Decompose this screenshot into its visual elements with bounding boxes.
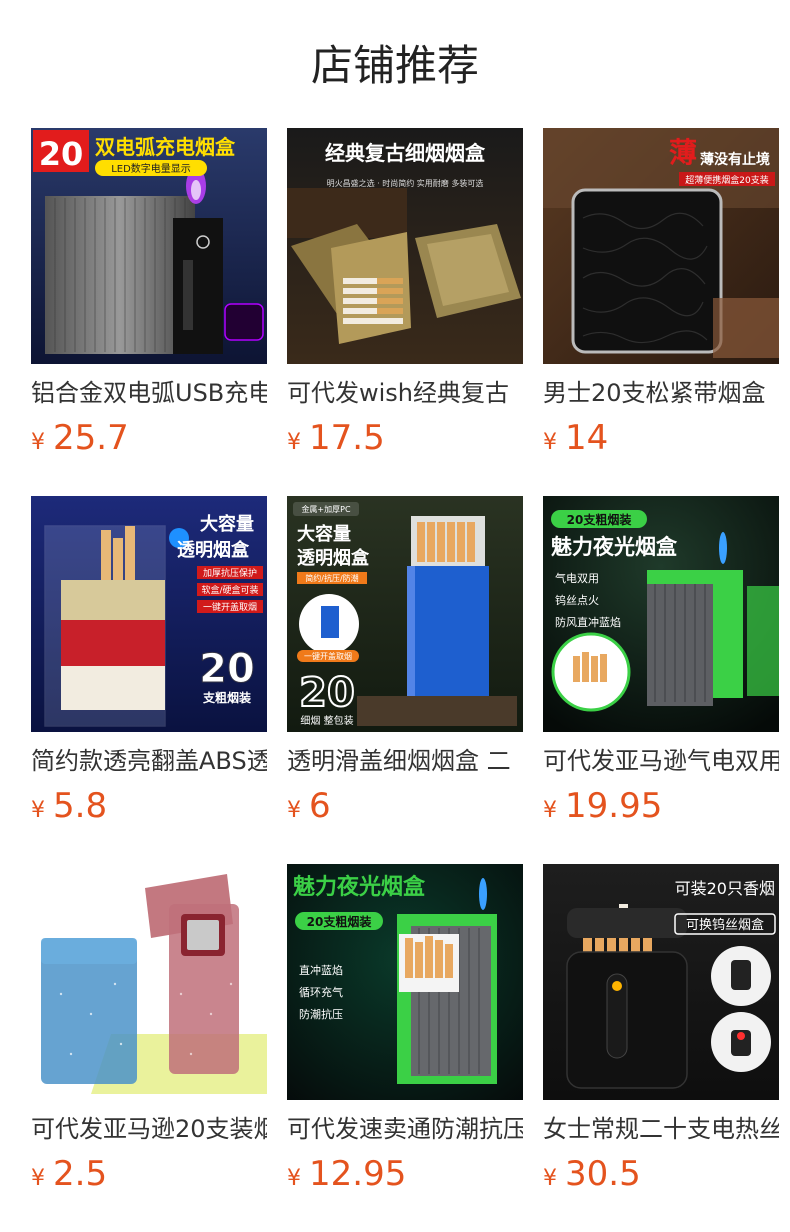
currency-symbol: ¥	[287, 1166, 301, 1191]
product-name[interactable]: 女士常规二十支电热丝烟盒	[543, 1112, 779, 1146]
product-price: ¥30.5	[543, 1152, 641, 1196]
transparent-case-icon: 大容量 透明烟盒 加厚抗压保护 软盒/硬盒可装 一键开盖取烟 20 支粗烟装	[31, 496, 267, 732]
product-price: ¥6	[287, 784, 331, 828]
product-image[interactable]: 薄 薄没有止境 超薄便携烟盒20支装	[543, 128, 779, 364]
image-headline: 薄没有止境	[700, 151, 770, 168]
product-name[interactable]: 可代发wish经典复古	[287, 376, 523, 410]
svg-text:薄: 薄	[669, 136, 697, 169]
product-name[interactable]: 简约款透亮翻盖ABS透明烟盒	[31, 744, 267, 778]
svg-text:透明烟盒: 透明烟盒	[297, 547, 370, 569]
product-image[interactable]: 20支粗烟装 魅力夜光烟盒 气电双用 钨丝点火 防风直冲蓝焰	[543, 496, 779, 732]
glitter-case-icon	[31, 864, 267, 1100]
glow-case-icon: 20支粗烟装 魅力夜光烟盒 气电双用 钨丝点火 防风直冲蓝焰	[543, 496, 779, 732]
price-value: 6	[309, 786, 331, 826]
product-price: ¥2.5	[31, 1152, 107, 1196]
feature-item: 气电双用	[555, 571, 599, 585]
image-headline: 魅力夜光烟盒	[293, 874, 426, 900]
product-price: ¥17.5	[287, 416, 385, 460]
currency-symbol: ¥	[287, 798, 301, 823]
svg-text:大容量: 大容量	[297, 523, 351, 545]
product-image[interactable]: 20 双电弧充电烟盒 LED数字电量显示	[31, 128, 267, 364]
currency-symbol: ¥	[543, 798, 557, 823]
glow-case-2-icon: 魅力夜光烟盒 20支粗烟装 直冲蓝焰 循环充气 防潮抗压	[287, 864, 523, 1100]
currency-symbol: ¥	[31, 1166, 45, 1191]
currency-symbol: ¥	[287, 430, 301, 455]
product-image[interactable]	[31, 864, 267, 1100]
svg-text:20: 20	[199, 646, 255, 692]
product-name[interactable]: 男士20支松紧带烟盒	[543, 376, 779, 410]
product-name[interactable]: 可代发速卖通防潮抗压烟盒	[287, 1112, 523, 1146]
feature-item: 加厚抗压保护	[203, 567, 257, 579]
image-extra: 一键开盖取烟	[304, 651, 352, 661]
image-subline: 可换钨丝烟盒	[686, 917, 764, 933]
image-badge: 20	[299, 670, 355, 716]
product-name[interactable]: 透明滑盖细烟烟盒 二	[287, 744, 523, 778]
image-headline: 魅力夜光烟盒	[551, 535, 678, 559]
svg-text:支粗烟装: 支粗烟装	[202, 690, 251, 705]
product-price: ¥19.95	[543, 784, 662, 828]
price-value: 19.95	[565, 786, 663, 826]
currency-symbol: ¥	[31, 430, 45, 455]
product-name[interactable]: 可代发亚马逊20支装烟盒	[31, 1112, 267, 1146]
image-subline: 明火昌盛之选 · 时尚简约 实用耐磨 多装可选	[327, 178, 484, 188]
product-image[interactable]: 金属+加厚PC 大容量 透明烟盒 简约/抗压/防潮 一键开盖取烟 20 细烟 整…	[287, 496, 523, 732]
image-footer: 细烟 整包装	[300, 714, 353, 727]
metal-case-icon: 经典复古细烟烟盒 明火昌盛之选 · 时尚简约 实用耐磨 多装可选	[287, 128, 523, 364]
image-subline: 简约/抗压/防潮	[305, 573, 358, 583]
price-value: 17.5	[309, 418, 385, 458]
feature-item: 软盒/硬盒可装	[201, 584, 258, 596]
product-price: ¥12.95	[287, 1152, 406, 1196]
image-tag: 20支粗烟装	[307, 914, 372, 929]
price-value: 2.5	[53, 1154, 108, 1194]
product-name[interactable]: 铝合金双电弧USB充电烟盒	[31, 376, 267, 410]
feature-item: 循环充气	[299, 985, 343, 999]
price-value: 5.8	[53, 786, 108, 826]
slide-case-icon: 金属+加厚PC 大容量 透明烟盒 简约/抗压/防潮 一键开盖取烟 20 细烟 整…	[287, 496, 523, 732]
price-value: 12.95	[309, 1154, 407, 1194]
image-headline: 可装20只香烟	[675, 879, 775, 898]
currency-symbol: ¥	[543, 1166, 557, 1191]
page-title: 店铺推荐	[310, 41, 479, 90]
leather-case-icon: 薄 薄没有止境 超薄便携烟盒20支装	[543, 128, 779, 364]
black-lighter-case-icon: 可装20只香烟 可换钨丝烟盒	[543, 864, 779, 1100]
feature-item: 钨丝点火	[555, 594, 599, 607]
product-image[interactable]: 魅力夜光烟盒 20支粗烟装 直冲蓝焰 循环充气 防潮抗压	[287, 864, 523, 1100]
product-price: ¥25.7	[31, 416, 129, 460]
product-image[interactable]: 可装20只香烟 可换钨丝烟盒	[543, 864, 779, 1100]
feature-item: 防风直冲蓝焰	[555, 615, 621, 629]
image-headline: 双电弧充电烟盒	[95, 135, 236, 159]
image-headline: 经典复古细烟烟盒	[325, 141, 486, 165]
svg-text:透明烟盒: 透明烟盒	[177, 539, 250, 561]
price-value: 14	[565, 418, 609, 458]
product-price: ¥5.8	[31, 784, 107, 828]
feature-item: 直冲蓝焰	[299, 963, 343, 977]
image-subline: LED数字电量显示	[111, 162, 191, 175]
arc-lighter-case-icon: 20 双电弧充电烟盒 LED数字电量显示	[31, 128, 267, 364]
product-price: ¥14	[543, 416, 608, 460]
image-badge: 20	[39, 135, 84, 173]
product-image[interactable]: 经典复古细烟烟盒 明火昌盛之选 · 时尚简约 实用耐磨 多装可选	[287, 128, 523, 364]
currency-symbol: ¥	[543, 430, 557, 455]
product-image[interactable]: 大容量 透明烟盒 加厚抗压保护 软盒/硬盒可装 一键开盖取烟 20 支粗烟装	[31, 496, 267, 732]
image-tag: 金属+加厚PC	[301, 504, 351, 514]
product-name[interactable]: 可代发亚马逊气电双用烟盒	[543, 744, 779, 778]
feature-item: 防潮抗压	[299, 1007, 343, 1021]
currency-symbol: ¥	[31, 798, 45, 823]
feature-item: 一键开盖取烟	[203, 601, 257, 613]
svg-text:大容量: 大容量	[200, 513, 254, 535]
image-tag: 20支粗烟装	[567, 512, 632, 527]
image-subline: 超薄便携烟盒20支装	[685, 174, 768, 186]
price-value: 30.5	[565, 1154, 641, 1194]
price-value: 25.7	[53, 418, 129, 458]
